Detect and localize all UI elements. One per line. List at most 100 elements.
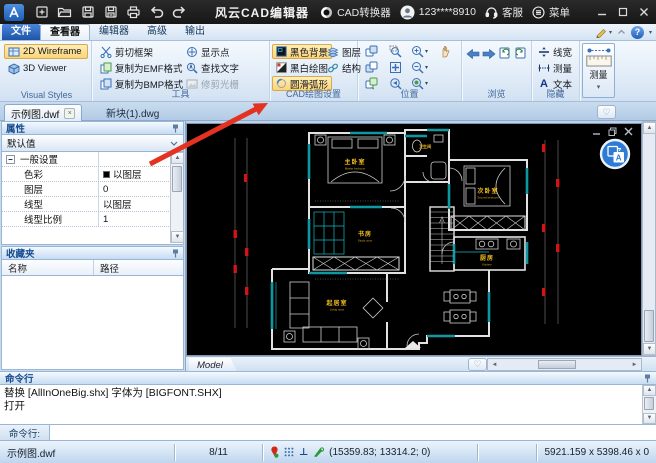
pen-style-dropdown[interactable]: ▾ xyxy=(595,26,612,38)
close-doc-icon[interactable]: × xyxy=(64,107,76,119)
close-button[interactable] xyxy=(635,4,652,21)
2d-wireframe-button[interactable]: 2D Wireframe xyxy=(4,44,88,59)
3d-viewer-button[interactable]: 3D Viewer xyxy=(4,61,88,76)
pan-hand-icon[interactable] xyxy=(438,44,453,59)
command-panel-header[interactable]: 命令行 xyxy=(0,371,656,385)
property-row-ltscale[interactable]: 线型比例 1 xyxy=(2,212,183,227)
redo-icon[interactable] xyxy=(168,2,191,22)
find-text-icon xyxy=(186,62,198,74)
tab-advanced[interactable]: 高级 xyxy=(138,24,176,40)
zoom-extents-icon[interactable] xyxy=(388,60,403,75)
print-icon[interactable] xyxy=(122,2,145,22)
translate-button[interactable]: A xyxy=(599,138,631,170)
copy-view-icon[interactable] xyxy=(364,44,379,59)
copy-emf-button[interactable]: 复制为EMF格式 xyxy=(96,60,187,75)
room-label: 主卧室 xyxy=(344,158,365,166)
model-tab[interactable]: Model xyxy=(189,358,237,372)
command-input[interactable] xyxy=(50,425,656,440)
forward-arrow-icon[interactable] xyxy=(481,46,496,61)
command-scrollbar[interactable]: ▲ ▼ xyxy=(642,385,656,424)
scroll-down-icon[interactable]: ▼ xyxy=(171,231,184,243)
drawing-viewport[interactable]: 主卧室 Master bedroom 卫生间 次卧室 Second bedroo… xyxy=(186,123,642,356)
property-row-linetype[interactable]: 线型 以图层 xyxy=(2,197,183,212)
zoom-window-icon[interactable] xyxy=(388,44,403,59)
child-close-icon[interactable] xyxy=(624,127,633,136)
measure-dropdown-icon[interactable]: ▾ xyxy=(597,83,601,91)
favorites-list[interactable] xyxy=(1,276,184,370)
favorite-view-button[interactable]: ♡ xyxy=(597,105,616,119)
group-label-hide: 隐藏 xyxy=(546,89,565,99)
hide-linewidth-button[interactable]: 线宽 xyxy=(534,44,576,59)
tab-output[interactable]: 输出 xyxy=(176,24,214,40)
help-button[interactable]: ? xyxy=(630,25,644,39)
properties-header[interactable]: 属性 xyxy=(1,121,184,135)
menu-button[interactable]: 菜单 xyxy=(532,5,570,20)
column-name[interactable]: 名称 xyxy=(2,260,94,275)
canvas-horizontal-scrollbar[interactable]: ◄ ► xyxy=(487,358,642,371)
grid-icon[interactable] xyxy=(284,447,294,457)
scrollbar-thumb[interactable] xyxy=(644,310,654,342)
zoom-in-dropdown[interactable]: ▾ xyxy=(425,48,428,55)
tab-file[interactable]: 文件 xyxy=(2,24,40,40)
show-points-button[interactable]: 显示点 xyxy=(182,44,234,59)
open-file-icon[interactable] xyxy=(53,2,76,22)
scroll-up-icon[interactable]: ▲ xyxy=(171,152,184,164)
zoom-out-icon[interactable] xyxy=(410,60,425,75)
ortho-icon[interactable]: ⊥ xyxy=(299,447,308,458)
pin-icon[interactable] xyxy=(172,249,179,258)
cut-frame-button[interactable]: 剪切框架 xyxy=(96,44,157,59)
pin-icon[interactable] xyxy=(644,374,651,383)
new-file-icon[interactable] xyxy=(30,2,53,22)
paste-view-icon[interactable] xyxy=(364,60,379,75)
find-text-button[interactable]: 查找文字 xyxy=(182,60,243,75)
scroll-up-icon[interactable]: ▲ xyxy=(643,122,656,134)
zoom-out-dropdown[interactable]: ▾ xyxy=(425,64,428,71)
scrollbar-thumb[interactable] xyxy=(538,360,576,369)
scrollbar-thumb[interactable] xyxy=(644,397,654,410)
child-minimize-icon[interactable] xyxy=(592,127,601,136)
preset-dropdown[interactable]: 默认值 xyxy=(1,135,184,152)
scroll-down-icon[interactable]: ▼ xyxy=(643,343,656,355)
column-path[interactable]: 路径 xyxy=(94,260,183,275)
doc-tab-active[interactable]: 示例图.dwf × xyxy=(4,104,83,121)
tab-editor[interactable]: 编辑器 xyxy=(90,24,138,40)
favorites-header[interactable]: 收藏夹 xyxy=(1,246,184,260)
collapse-ribbon-icon[interactable] xyxy=(617,28,626,36)
zoom-all-dropdown[interactable]: ▾ xyxy=(425,80,428,87)
scroll-up-icon[interactable]: ▲ xyxy=(643,385,656,396)
zoom-in-icon[interactable] xyxy=(410,44,425,59)
minimize-button[interactable] xyxy=(593,4,610,21)
back-arrow-icon[interactable] xyxy=(465,46,480,61)
help-dropdown-icon[interactable]: ▾ xyxy=(649,29,652,36)
measure-tool-button[interactable]: 测量 ▾ xyxy=(582,43,615,98)
property-row-color[interactable]: 色彩 以图层 xyxy=(2,167,183,182)
save-as-icon[interactable] xyxy=(99,2,122,22)
floorplan-drawing[interactable]: 主卧室 Master bedroom 卫生间 次卧室 Second bedroo… xyxy=(187,124,641,355)
save-icon[interactable] xyxy=(76,2,99,22)
view-forward-page-icon[interactable] xyxy=(513,45,528,60)
snap-marker-icon[interactable] xyxy=(270,446,279,458)
favorite-view-button[interactable]: ♡ xyxy=(468,358,487,371)
doc-tab-inactive[interactable]: 新块(1).dwg xyxy=(106,104,159,121)
scroll-left-icon[interactable]: ◄ xyxy=(488,359,501,370)
undo-icon[interactable] xyxy=(145,2,168,22)
scroll-down-icon[interactable]: ▼ xyxy=(643,413,656,424)
collapse-box-icon[interactable] xyxy=(6,154,15,164)
pin-icon[interactable] xyxy=(172,124,179,133)
cad-converter-button[interactable]: CAD转换器 xyxy=(320,5,391,20)
property-row-layer[interactable]: 图层 0 xyxy=(2,182,183,197)
account-button[interactable]: 123****8910 xyxy=(400,5,476,20)
view-back-page-icon[interactable] xyxy=(497,45,512,60)
scrollbar-thumb[interactable] xyxy=(172,166,182,192)
command-history[interactable]: 替换 [AllInOneBig.shx] 字体为 [BIGFONT.SHX] 打… xyxy=(0,385,656,424)
hide-measure-button[interactable]: 测量 xyxy=(534,60,576,75)
canvas-vertical-scrollbar[interactable]: ▲ ▼ xyxy=(642,121,656,356)
child-restore-icon[interactable] xyxy=(608,127,617,136)
property-grid-scrollbar[interactable]: ▲ ▼ xyxy=(170,152,184,243)
scroll-right-icon[interactable]: ► xyxy=(628,359,641,370)
property-group-row[interactable]: 一般设置 xyxy=(2,152,183,167)
tab-viewer[interactable]: 查看器 xyxy=(40,24,90,40)
maximize-button[interactable] xyxy=(614,4,631,21)
customer-service-button[interactable]: 客服 xyxy=(485,5,523,20)
draw-order-icon[interactable] xyxy=(313,446,325,458)
